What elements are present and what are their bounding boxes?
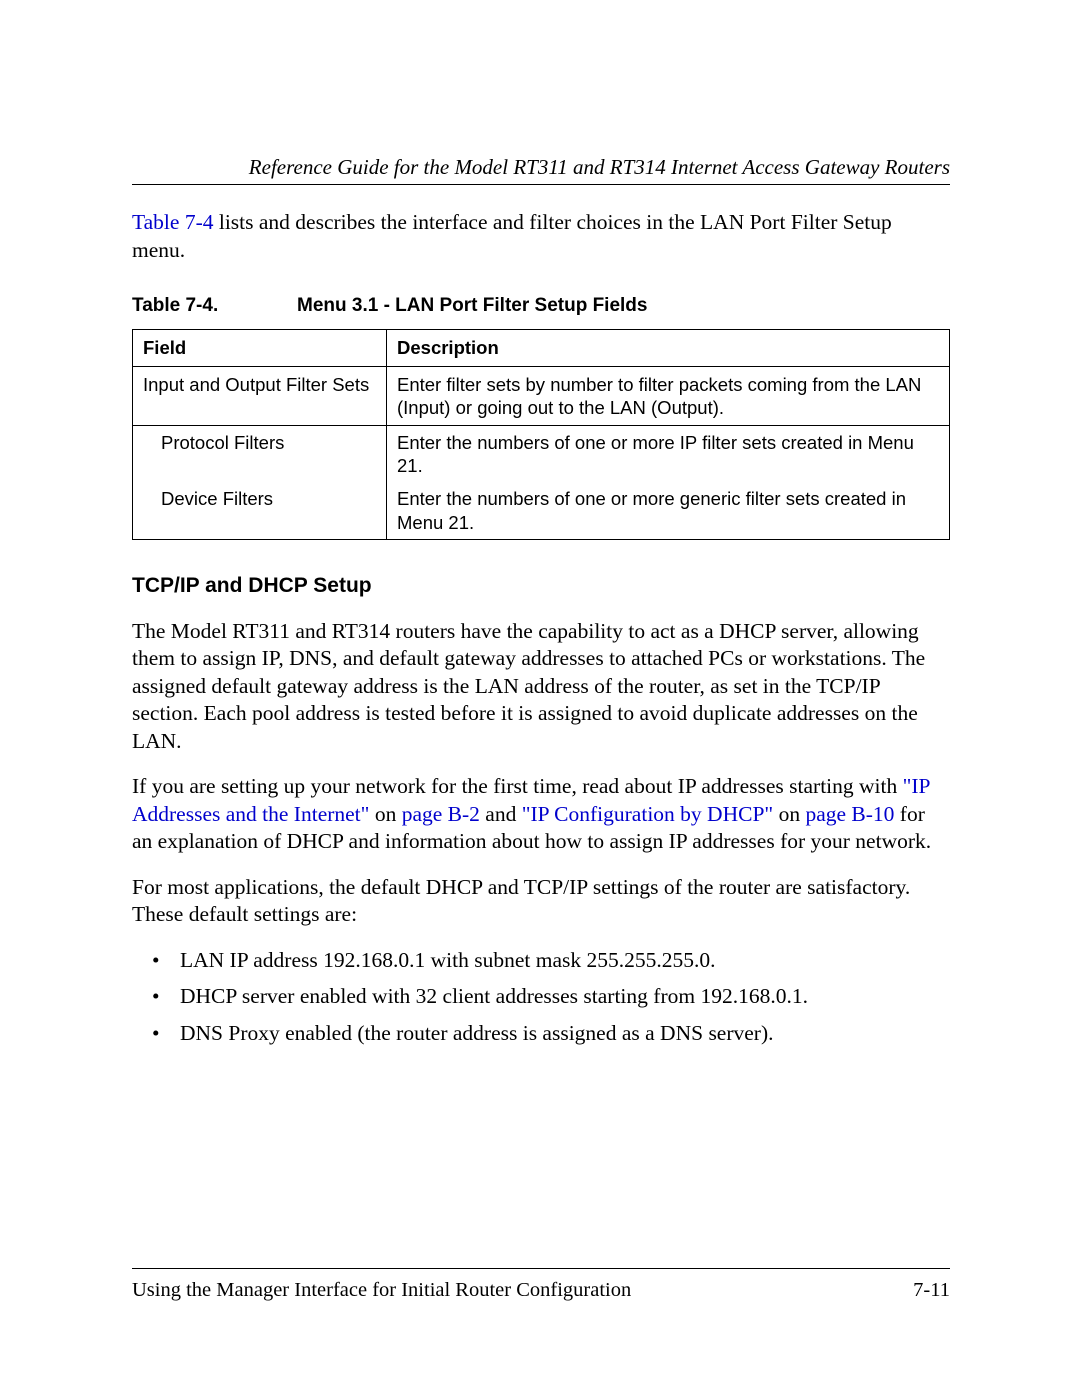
col-desc: Description	[387, 329, 950, 366]
table-row: Input and Output Filter Sets Enter filte…	[133, 366, 950, 425]
header-rule	[132, 184, 950, 185]
paragraph: If you are setting up your network for t…	[132, 773, 950, 856]
page-footer: Using the Manager Interface for Initial …	[132, 1268, 950, 1302]
list-item: DNS Proxy enabled (the router address is…	[152, 1020, 950, 1048]
page-link[interactable]: page B-10	[805, 802, 894, 826]
table-row: Protocol Filters Enter the numbers of on…	[133, 426, 950, 483]
page: Reference Guide for the Model RT311 and …	[0, 0, 1080, 1397]
running-header: Reference Guide for the Model RT311 and …	[132, 155, 950, 180]
intro-paragraph: Table 7-4 lists and describes the interf…	[132, 209, 950, 265]
page-number: 7-11	[913, 1279, 950, 1302]
table-number: Table 7-4.	[132, 295, 297, 317]
text: on	[369, 802, 401, 826]
cell-desc: Enter the numbers of one or more IP filt…	[387, 426, 950, 483]
cell-field: Protocol Filters	[133, 426, 387, 483]
cell-desc: Enter filter sets by number to filter pa…	[387, 366, 950, 425]
list-item: DHCP server enabled with 32 client addre…	[152, 983, 950, 1011]
table-row: Device Filters Enter the numbers of one …	[133, 482, 950, 539]
table-crossref-link[interactable]: Table 7-4	[132, 210, 213, 234]
section-heading: TCP/IP and DHCP Setup	[132, 574, 950, 598]
cell-desc: Enter the numbers of one or more generic…	[387, 482, 950, 539]
page-link[interactable]: page B-2	[402, 802, 480, 826]
cell-field: Input and Output Filter Sets	[133, 366, 387, 425]
cell-field: Device Filters	[133, 482, 387, 539]
footer-chapter: Using the Manager Interface for Initial …	[132, 1279, 631, 1302]
text: and	[480, 802, 522, 826]
paragraph: For most applications, the default DHCP …	[132, 874, 950, 929]
bullet-list: LAN IP address 192.168.0.1 with subnet m…	[152, 947, 950, 1048]
table-title: Menu 3.1 - LAN Port Filter Setup Fields	[297, 295, 647, 316]
col-field: Field	[133, 329, 387, 366]
fields-table: Field Description Input and Output Filte…	[132, 329, 950, 540]
footer-rule	[132, 1268, 950, 1269]
table-header-row: Field Description	[133, 329, 950, 366]
text: If you are setting up your network for t…	[132, 774, 903, 798]
paragraph: The Model RT311 and RT314 routers have t…	[132, 618, 950, 756]
text: on	[773, 802, 805, 826]
list-item: LAN IP address 192.168.0.1 with subnet m…	[152, 947, 950, 975]
crossref-link[interactable]: "IP Configuration by DHCP"	[522, 802, 773, 826]
table-caption: Table 7-4.Menu 3.1 - LAN Port Filter Set…	[132, 295, 950, 317]
intro-text: lists and describes the interface and fi…	[132, 210, 892, 262]
